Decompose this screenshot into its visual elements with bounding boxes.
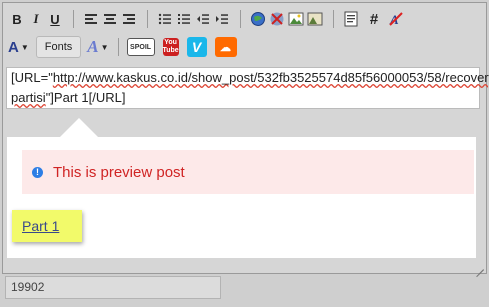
code-button[interactable]: # <box>365 9 383 29</box>
bullet-list-icon[interactable] <box>156 9 174 29</box>
toolbar-divider <box>240 10 241 28</box>
preview-notice-text: This is preview post <box>53 163 185 181</box>
youtube-icon-top: You <box>164 39 177 46</box>
fonts-dropdown[interactable]: Fonts <box>35 36 82 58</box>
spoiler-button[interactable]: SPOIL <box>126 38 155 56</box>
toolbar-divider <box>117 38 119 56</box>
align-right-icon[interactable] <box>120 9 138 29</box>
toolbar-divider <box>147 10 148 28</box>
preview-notice: ! This is preview post <box>22 150 474 194</box>
font-style-button[interactable]: A ▼ <box>87 37 108 57</box>
toolbar-row-font: A ▼ Fonts A ▼ SPOIL You Tube V ☁ <box>8 36 245 58</box>
youtube-icon-bottom: Tube <box>162 47 179 54</box>
chevron-down-icon: ▼ <box>20 42 29 52</box>
align-left-icon[interactable] <box>82 9 100 29</box>
underline-button[interactable]: U <box>46 9 64 29</box>
unlink-icon[interactable] <box>268 9 286 29</box>
italic-button[interactable]: I <box>27 9 45 29</box>
bold-button[interactable]: B <box>8 9 26 29</box>
message-textarea[interactable]: [URL="http://www.kaskus.co.id/show_post/… <box>6 67 489 109</box>
quote-icon[interactable] <box>342 9 360 29</box>
vimeo-button[interactable]: V <box>186 37 207 57</box>
preview-link-highlight: Part 1 <box>12 210 82 242</box>
link-globe-icon[interactable] <box>249 9 267 29</box>
font-color-icon: A <box>8 38 19 56</box>
editor-prefix: [URL=" <box>11 70 53 85</box>
numbered-list-icon[interactable] <box>175 9 193 29</box>
indent-icon[interactable] <box>213 9 231 29</box>
outdent-icon[interactable] <box>194 9 212 29</box>
toolbar-divider <box>73 10 74 28</box>
toolbar-row-format: B I U # A <box>8 8 406 30</box>
font-style-icon: A <box>87 37 99 56</box>
soundcloud-button[interactable]: ☁ <box>214 37 237 57</box>
image-gallery-icon[interactable] <box>306 9 324 29</box>
remove-format-icon[interactable]: A <box>387 9 405 29</box>
preview-pointer <box>60 118 98 137</box>
youtube-button[interactable]: You Tube <box>162 38 179 56</box>
chevron-down-icon: ▼ <box>100 42 109 52</box>
preview-link[interactable]: Part 1 <box>22 218 59 234</box>
font-color-button[interactable]: A ▼ <box>8 37 29 57</box>
info-icon: ! <box>32 166 43 178</box>
align-center-icon[interactable] <box>101 9 119 29</box>
toolbar-divider <box>333 10 334 28</box>
editor-suffix: "]Part 1[/URL] <box>45 90 126 105</box>
resize-handle[interactable] <box>476 262 484 278</box>
number-field[interactable]: 19902 <box>5 276 221 299</box>
insert-image-icon[interactable] <box>287 9 305 29</box>
